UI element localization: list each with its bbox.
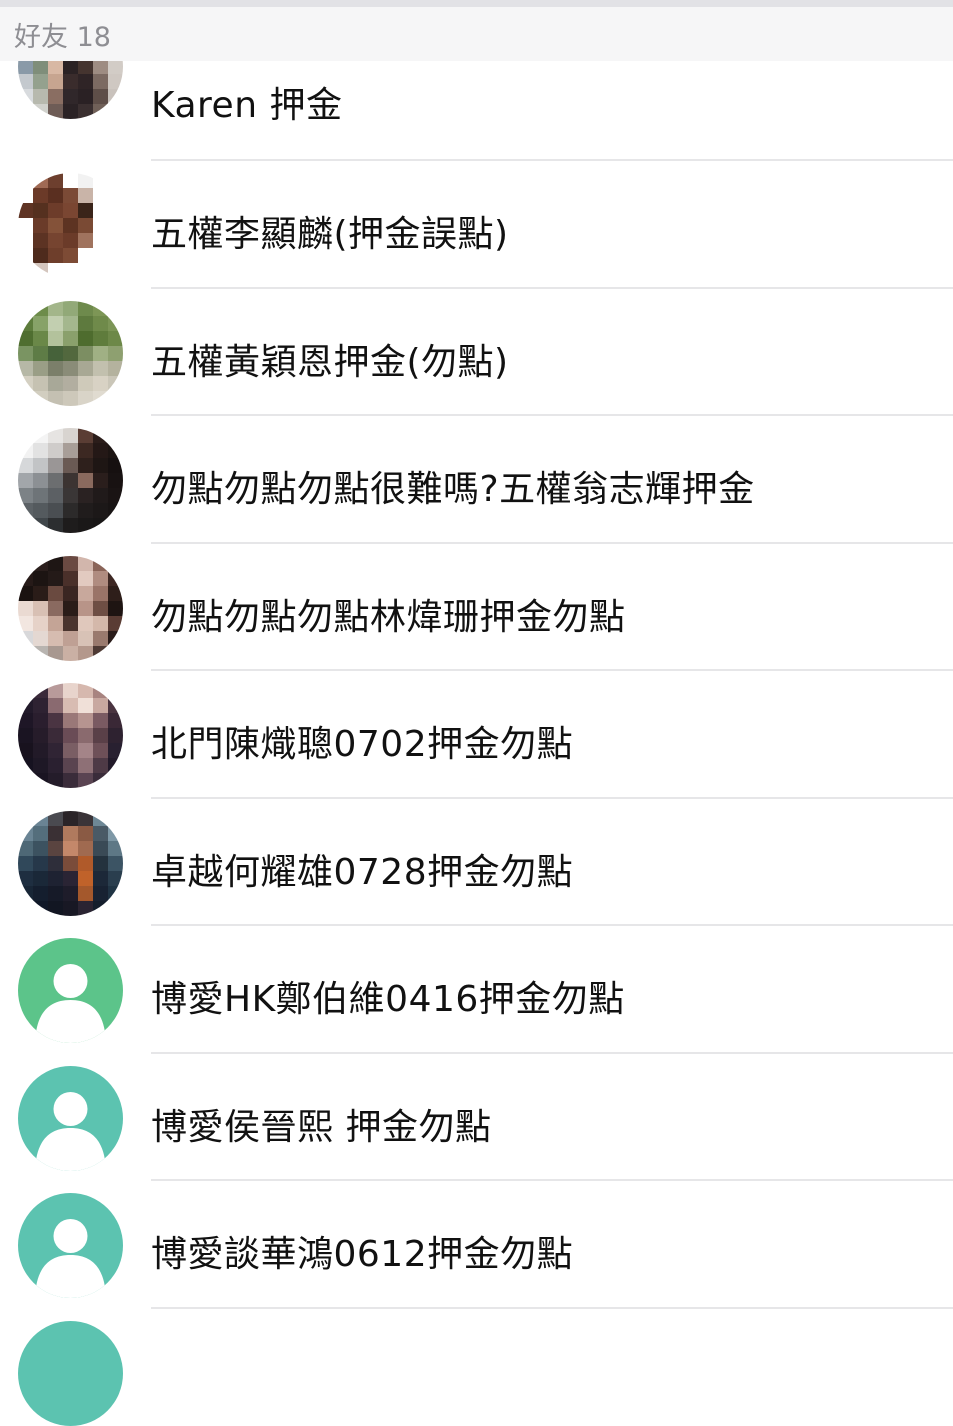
contact-name: 博愛談華鴻0612押金勿點 <box>151 1234 574 1275</box>
top-border <box>0 0 953 7</box>
contact-name: 博愛HK鄭伯維0416押金勿點 <box>151 979 625 1020</box>
contact-name: 博愛侯晉熙 押金勿點 <box>151 1106 492 1148</box>
default-user-icon <box>18 1193 123 1298</box>
contact-avatar <box>18 683 123 788</box>
contact-row[interactable]: 卓越何耀雄0728押金勿點 <box>0 799 953 926</box>
friends-count-label: 好友 18 <box>14 21 111 53</box>
contact-name: 勿點勿點勿點林煒珊押金勿點 <box>151 596 626 638</box>
contact-avatar <box>18 810 123 916</box>
contact-row[interactable]: 勿點勿點勿點林煒珊押金勿點 <box>0 544 953 671</box>
contact-avatar <box>18 428 123 533</box>
contact-name: 勿點勿點勿點很難嗎?五權翁志輝押金 <box>151 469 755 510</box>
contact-row[interactable]: 勿點勿點勿點很難嗎?五權翁志輝押金 <box>0 416 953 544</box>
contact-row[interactable]: 五權李顯麟(押金誤點) <box>0 161 953 289</box>
default-user-icon <box>18 1320 123 1426</box>
contact-name: 卓越何耀雄0728押金勿點 <box>151 851 574 893</box>
contact-avatar <box>18 300 123 406</box>
contact-avatar <box>18 173 123 278</box>
default-user-icon <box>18 1065 123 1171</box>
friends-section-header: 好友 18 <box>0 7 953 61</box>
contact-avatar <box>18 555 123 661</box>
contact-row[interactable] <box>0 1309 953 1426</box>
contact-name: 北門陳熾聰0702押金勿點 <box>151 724 574 765</box>
contact-name: 五權黃穎恩押金(勿點) <box>151 341 509 383</box>
contact-row[interactable]: 博愛侯晉熙 押金勿點 <box>0 1054 953 1181</box>
contact-row[interactable]: 博愛談華鴻0612押金勿點 <box>0 1181 953 1309</box>
contact-row[interactable]: 北門陳熾聰0702押金勿點 <box>0 671 953 799</box>
contact-name: 五權李顯麟(押金誤點) <box>151 214 509 255</box>
contact-name: Karen 押金 <box>151 85 343 126</box>
default-user-icon <box>18 938 123 1043</box>
friends-list: Karen 押金 五權李顯麟(押金誤點) 五權黃穎恩押金(勿點) 勿點勿點勿點很… <box>0 14 953 1426</box>
contact-row[interactable]: 五權黃穎恩押金(勿點) <box>0 289 953 416</box>
contact-row[interactable]: 博愛HK鄭伯維0416押金勿點 <box>0 926 953 1054</box>
